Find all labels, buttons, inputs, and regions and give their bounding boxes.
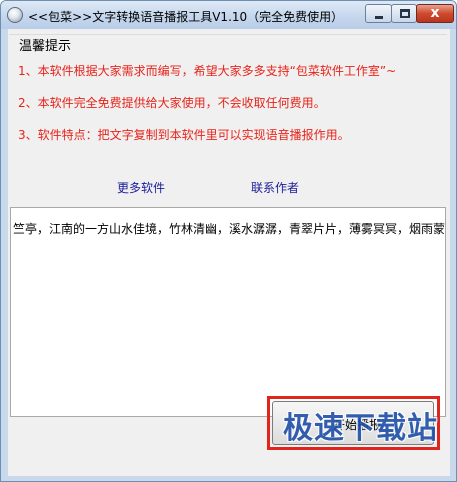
speech-text-input[interactable]: 竺亭，江南的一方山水佳境，竹林清幽，溪水潺潺，青翠片片，薄雾冥冥，烟雨蒙 <box>10 207 446 417</box>
window-title: <<包菜>>文字转换语音播报工具V1.10（完全免费使用） <box>28 10 344 24</box>
tip-note-1: 1、本软件根据大家需求而编写，希望大家多多支持“包菜软件工作室”~ <box>18 64 397 78</box>
start-broadcast-button[interactable]: 开始播报 <box>272 401 434 445</box>
title-bar[interactable]: <<包菜>>文字转换语音播报工具V1.10（完全免费使用） x <box>1 1 456 29</box>
close-icon: x <box>430 5 440 21</box>
minimize-icon <box>375 16 383 19</box>
maximize-icon <box>400 9 410 18</box>
more-software-link[interactable]: 更多软件 <box>117 179 165 196</box>
contact-author-link[interactable]: 联系作者 <box>251 179 299 196</box>
tips-group: 温馨提示 1、本软件根据大家需求而编写，希望大家多多支持“包菜软件工作室”~ 2… <box>9 34 447 201</box>
speech-text-value: 竺亭，江南的一方山水佳境，竹林清幽，溪水潺潺，青翠片片，薄雾冥冥，烟雨蒙 <box>13 222 446 236</box>
minimize-button[interactable] <box>365 4 392 23</box>
app-icon <box>7 7 23 23</box>
maximize-button[interactable] <box>391 4 417 23</box>
tip-note-3: 3、软件特点：把文字复制到本软件里可以实现语音播报作用。 <box>18 128 350 142</box>
app-window: <<包菜>>文字转换语音播报工具V1.10（完全免费使用） x 温馨提示 1、本… <box>0 0 457 482</box>
start-broadcast-label: 开始播报 <box>333 418 382 432</box>
tips-group-title: 温馨提示 <box>17 35 74 54</box>
tip-note-2: 2、本软件完全免费提供给大家使用，不会收取任何费用。 <box>18 96 326 110</box>
close-button[interactable]: x <box>416 4 454 23</box>
